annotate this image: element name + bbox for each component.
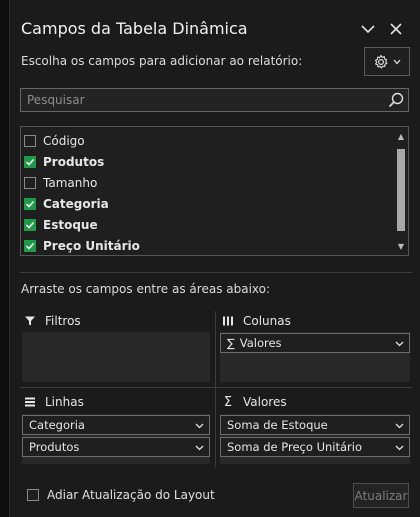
field-item-produtos[interactable]: Produtos [24, 152, 104, 172]
chevron-down-icon[interactable] [395, 421, 404, 430]
values-soma-preco-unitario-pill[interactable]: Soma de Preço Unitário [220, 437, 410, 457]
section-divider [20, 272, 412, 273]
field-list-scrollbar[interactable]: ▲ ▼ [394, 127, 408, 255]
field-item-categoria[interactable]: Categoria [24, 194, 109, 214]
search-input[interactable] [27, 91, 367, 109]
columns-drop-area[interactable]: ∑ Valores [220, 332, 410, 382]
defer-layout-label: Adiar Atualização do Layout [47, 488, 215, 502]
defer-layout-update[interactable]: Adiar Atualização do Layout [27, 488, 215, 502]
columns-valores-pill[interactable]: ∑ Valores [220, 333, 410, 353]
field-item-tamanho[interactable]: Tamanho [24, 173, 97, 193]
choose-fields-instruction: Escolha os campos para adicionar ao rela… [21, 54, 303, 68]
rows-area-label: Linhas [45, 395, 84, 409]
sigma-icon: ∑ [227, 336, 235, 350]
pill-label: Valores [239, 336, 282, 350]
task-pane-options-button[interactable] [356, 17, 380, 41]
filter-icon [25, 316, 35, 326]
drag-fields-instruction: Arraste os campos entre as áreas abaixo: [21, 282, 271, 296]
search-icon[interactable] [387, 91, 405, 109]
checkmark-icon [25, 158, 35, 166]
field-checkbox[interactable] [24, 156, 36, 168]
field-label: Código [43, 134, 85, 148]
search-field-box [20, 88, 409, 112]
values-area-label: Valores [243, 395, 287, 409]
field-checkbox[interactable] [24, 177, 36, 189]
pane-title: Campos da Tabela Dinâmica [21, 19, 248, 38]
field-item-codigo[interactable]: Código [24, 131, 85, 151]
checkmark-icon [25, 221, 35, 229]
scroll-up-arrow-icon[interactable]: ▲ [396, 131, 406, 141]
chevron-down-icon[interactable] [195, 421, 204, 430]
columns-icon [223, 316, 233, 326]
field-item-preco-unitario[interactable]: Preço Unitário [24, 236, 140, 256]
field-checkbox[interactable] [24, 198, 36, 210]
pivot-field-list-pane: Campos da Tabela Dinâmica Escolha os cam… [10, 0, 420, 517]
field-list: Código Produtos Tamanho Categoria Estoqu… [20, 126, 409, 256]
field-label: Estoque [43, 218, 98, 232]
field-checkbox[interactable] [24, 219, 36, 231]
filters-area-title: Filtros [23, 314, 81, 328]
chevron-down-icon [393, 59, 401, 64]
close-pane-button[interactable] [384, 17, 408, 41]
field-label: Categoria [43, 197, 109, 211]
field-label: Preço Unitário [43, 239, 140, 253]
checkmark-icon [25, 242, 35, 250]
rows-categoria-pill[interactable]: Categoria [22, 415, 210, 435]
filters-area-label: Filtros [45, 314, 81, 328]
chevron-down-icon[interactable] [395, 443, 404, 452]
field-label: Tamanho [43, 176, 98, 190]
pill-label: Soma de Estoque [227, 418, 328, 432]
scrollbar-thumb[interactable] [397, 149, 405, 231]
rows-icon [25, 397, 35, 407]
field-label: Produtos [43, 155, 105, 169]
sheet-edge [0, 0, 10, 517]
chevron-down-icon [361, 25, 375, 34]
pill-label: Produtos [29, 440, 80, 454]
rows-drop-area[interactable]: Categoria Produtos [22, 414, 210, 464]
field-item-estoque[interactable]: Estoque [24, 215, 98, 235]
sigma-icon: Σ [223, 394, 233, 410]
scroll-down-arrow-icon[interactable]: ▼ [396, 241, 406, 251]
values-soma-estoque-pill[interactable]: Soma de Estoque [220, 415, 410, 435]
values-area-title: Σ Valores [221, 394, 287, 410]
checkmark-icon [25, 200, 35, 208]
close-icon [390, 23, 402, 35]
pill-label: Categoria [29, 418, 85, 432]
pill-label: Soma de Preço Unitário [227, 440, 362, 454]
field-checkbox[interactable] [24, 240, 36, 252]
defer-layout-checkbox[interactable] [27, 489, 39, 501]
rows-produtos-pill[interactable]: Produtos [22, 437, 210, 457]
chevron-down-icon[interactable] [195, 443, 204, 452]
rows-area-title: Linhas [23, 395, 84, 409]
area-divider-vertical [215, 311, 216, 467]
columns-area-title: Colunas [221, 314, 291, 328]
gear-icon [374, 54, 388, 69]
field-checkbox[interactable] [24, 135, 36, 147]
field-list-settings-button[interactable] [364, 47, 410, 76]
values-drop-area[interactable]: Soma de Estoque Soma de Preço Unitário [220, 414, 410, 464]
columns-area-label: Colunas [243, 314, 291, 328]
chevron-down-icon[interactable] [395, 339, 404, 348]
area-divider-horizontal [20, 387, 412, 388]
update-button[interactable]: Atualizar [353, 483, 409, 508]
filters-drop-area[interactable] [22, 332, 210, 382]
